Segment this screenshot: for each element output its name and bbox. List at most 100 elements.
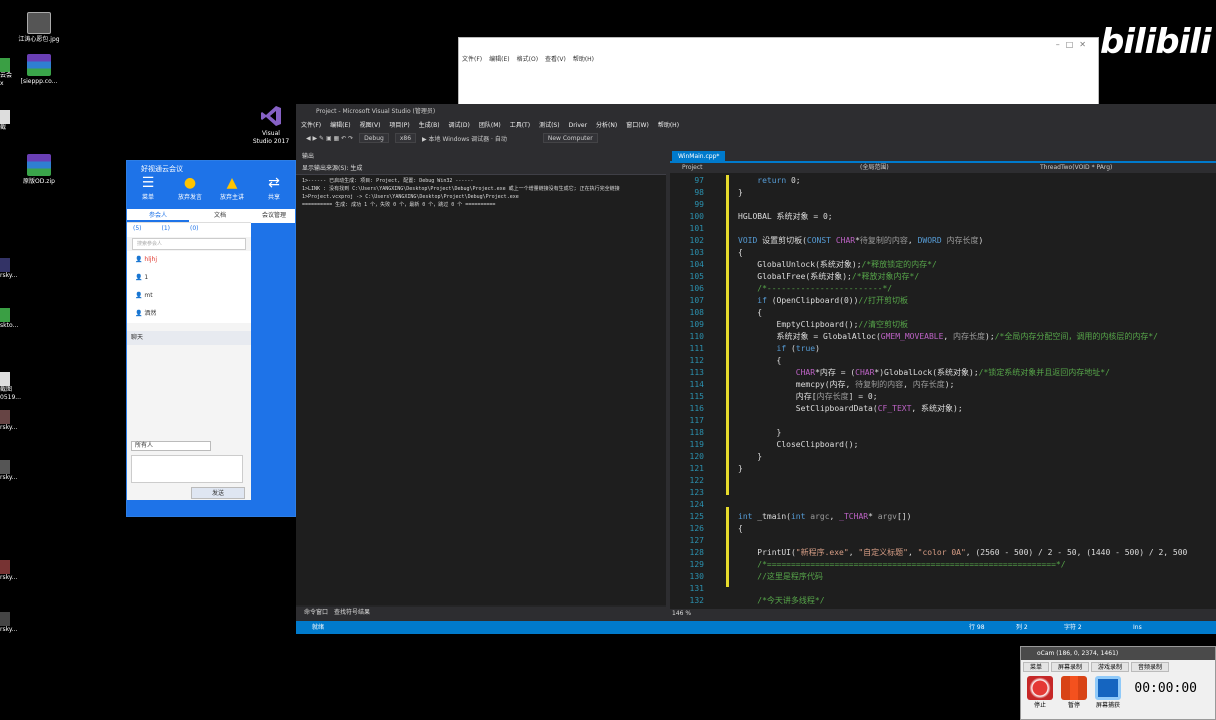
menu-window[interactable]: 窗口(W) [626, 120, 649, 131]
desktop-icon-archive[interactable]: [sieppp.co... [8, 54, 70, 86]
menu-project[interactable]: 项目(P) [389, 120, 409, 131]
code-line[interactable]: 123 [670, 487, 1216, 499]
config-select[interactable]: Debug [359, 133, 389, 143]
send-to-select[interactable]: 所有人 [131, 441, 211, 451]
code-line[interactable]: 115 内存[内存长度] = 0; [670, 391, 1216, 403]
code-line[interactable]: 128 PrintUI("新程序.exe", "自定义标题", "color 0… [670, 547, 1216, 559]
tab-game-record[interactable]: 游戏录制 [1091, 662, 1130, 672]
tab-winmain[interactable]: WinMain.cpp* [672, 151, 726, 163]
tab-screen-record[interactable]: 屏幕录制 [1051, 662, 1090, 672]
code-line[interactable]: 112 { [670, 355, 1216, 367]
toolbar-icons[interactable]: ◀ ▶ ✎ ▣ ▦ ↶ ↷ [306, 135, 353, 142]
desktop-partial-icon[interactable]: 截图 0519... [0, 372, 21, 402]
code-line[interactable]: 102 VOID 设置剪切板(CONST CHAR*待复制的内容, DWORD 内… [670, 235, 1216, 247]
pause-button[interactable]: 暂停 [1059, 676, 1089, 709]
code-line[interactable]: 111 if (true) [670, 343, 1216, 355]
desktop-partial-icon[interactable]: 截 [0, 110, 10, 132]
code-line[interactable]: 109 EmptyClipboard();//清空剪切板 [670, 319, 1216, 331]
code-line[interactable]: 127 [670, 535, 1216, 547]
menu-help[interactable]: 帮助(H) [658, 120, 679, 131]
code-line[interactable]: 131 [670, 583, 1216, 595]
output-source-select[interactable]: 显示输出来源(S): 生成 [296, 163, 666, 175]
code-line[interactable]: 110 系统对象 = GlobalAlloc(GMEM_MOVEABLE, 内存… [670, 331, 1216, 343]
send-button[interactable]: 发送 [191, 487, 245, 499]
tab-documents[interactable]: 文档 [189, 209, 251, 222]
meeting-window[interactable]: 好视通云会议 ☰ 菜单 ● 放弃发言 ▲ 放弃主讲 ⇄ 共享 参会人 文档 会议管理 (… [126, 160, 296, 517]
participant-row[interactable]: 👤 hljhj [127, 251, 251, 269]
menu-test[interactable]: 测试(S) [539, 120, 560, 131]
nav-scope[interactable]: (全局范围) [860, 163, 889, 173]
code-line[interactable]: 105 GlobalFree(系统对象);/*释放对象内存*/ [670, 271, 1216, 283]
code-line[interactable]: 98} [670, 187, 1216, 199]
desktop-partial-icon[interactable]: rsky... [0, 560, 17, 582]
desktop-icon-visual-studio[interactable]: Visual Studio 2017 [247, 104, 295, 146]
code-line[interactable]: 106 /*------------------------*/ [670, 283, 1216, 295]
desktop-icon-image[interactable]: 江涛心愿包.jpg [8, 12, 70, 44]
visual-studio-window[interactable]: Project - Microsoft Visual Studio (管理员) … [296, 104, 1216, 634]
menu-file[interactable]: 文件(F) [462, 54, 482, 63]
tab-participants[interactable]: 参会人 [127, 209, 189, 222]
code-line[interactable]: 99 [670, 199, 1216, 211]
editor-zoom[interactable]: 146 % [670, 609, 1216, 619]
tab-menu[interactable]: 菜单 [1023, 662, 1050, 672]
tab-meeting-manage[interactable]: 会议管理 [251, 209, 295, 223]
desktop-partial-icon[interactable]: sktо... [0, 308, 18, 330]
screen-capture-button[interactable]: 屏幕捕获 [1093, 676, 1123, 709]
notepad-window[interactable]: –□✕ 文件(F) 编辑(E) 格式(O) 查看(V) 帮助(H) [458, 37, 1099, 105]
desktop-partial-icon[interactable]: rsky... [0, 460, 17, 482]
participant-row[interactable]: 👤 1 [127, 269, 251, 287]
participant-search-input[interactable]: 搜索参会人 [132, 238, 246, 250]
menu-build[interactable]: 生成(B) [419, 120, 440, 131]
desktop-partial-icon[interactable]: rsky... [0, 612, 17, 634]
code-line[interactable]: 130 //这里是程序代码 [670, 571, 1216, 583]
stop-button[interactable]: 停止 [1025, 676, 1055, 709]
menu-help[interactable]: 帮助(H) [573, 54, 594, 63]
desktop-icon-od-zip[interactable]: 原版OD.zip [8, 154, 70, 186]
tab-audio-record[interactable]: 音频录制 [1131, 662, 1170, 672]
participant-row[interactable]: 👤 mt [127, 287, 251, 305]
menu-driver[interactable]: Driver [569, 120, 587, 131]
code-line[interactable]: 126 { [670, 523, 1216, 535]
code-line[interactable]: 122 [670, 475, 1216, 487]
code-line[interactable]: 100 HGLOBAL 系统对象 = 0; [670, 211, 1216, 223]
target-select[interactable]: New Computer [542, 133, 598, 143]
code-line[interactable]: 97 return 0; [670, 175, 1216, 187]
code-line[interactable]: 124 [670, 499, 1216, 511]
code-line[interactable]: 107 if (OpenClipboard(0))//打开剪切板 [670, 295, 1216, 307]
tab-find-symbol[interactable]: 查找符号结果 [334, 607, 370, 619]
menu-analyze[interactable]: 分析(N) [596, 120, 617, 131]
code-line[interactable]: 125 int _tmain(int argc, _TCHAR* argv[]) [670, 511, 1216, 523]
output-pane[interactable]: 输出 显示输出来源(S): 生成 1>------ 已启动生成: 项目: Pro… [296, 151, 666, 619]
code-line[interactable]: 129 /*==================================… [670, 559, 1216, 571]
window-controls[interactable]: –□✕ [1056, 40, 1092, 49]
menu-edit[interactable]: 编辑(E) [330, 120, 350, 131]
code-line[interactable]: 114 memcpy(内存, 待复制的内容, 内存长度); [670, 379, 1216, 391]
code-line[interactable]: 120 } [670, 451, 1216, 463]
menu-view[interactable]: 视图(V) [360, 120, 381, 131]
menu-file[interactable]: 文件(F) [301, 120, 321, 131]
ocam-window[interactable]: oCam (186, 0, 2374, 1461) 菜单 屏幕录制 游戏录制 音… [1020, 646, 1216, 720]
code-line[interactable]: 119 CloseClipboard(); [670, 439, 1216, 451]
menu-edit[interactable]: 编辑(E) [489, 54, 509, 63]
give-up-speak-button[interactable]: ● 放弃发言 [173, 174, 207, 201]
chat-input[interactable] [131, 455, 243, 483]
desktop-partial-icon[interactable]: rsky... [0, 410, 17, 432]
code-line[interactable]: 132 /*今天讲多线程*/ [670, 595, 1216, 607]
platform-select[interactable]: x86 [394, 133, 417, 143]
desktop-partial-icon[interactable]: 云会 x [0, 58, 12, 88]
code-line[interactable]: 121} [670, 463, 1216, 475]
menu-team[interactable]: 团队(M) [479, 120, 501, 131]
give-up-host-button[interactable]: ▲ 放弃主讲 [215, 174, 249, 201]
code-line[interactable]: 113 CHAR*内存 = (CHAR*)GlobalLock(系统对象);/*… [670, 367, 1216, 379]
menu-view[interactable]: 查看(V) [545, 54, 566, 63]
code-editor[interactable]: WinMain.cpp* Project (全局范围) ThreadTwo(VO… [670, 151, 1216, 619]
share-button[interactable]: ⇄ 共享 [257, 174, 291, 201]
code-line[interactable]: 101 [670, 223, 1216, 235]
menu-button[interactable]: ☰ 菜单 [131, 174, 165, 201]
nav-function[interactable]: ThreadTwo(VOID * PArg) [1040, 163, 1112, 173]
code-line[interactable]: 116 SetClipboardData(CF_TEXT, 系统对象); [670, 403, 1216, 415]
code-line[interactable]: 104 GlobalUnlock(系统对象);/*释放锁定的内存*/ [670, 259, 1216, 271]
code-line[interactable]: 117 [670, 415, 1216, 427]
menu-debug[interactable]: 调试(D) [449, 120, 470, 131]
tab-command-window[interactable]: 命令窗口 [304, 607, 328, 619]
